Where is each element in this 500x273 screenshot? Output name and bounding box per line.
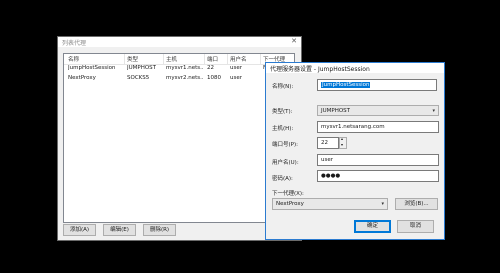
row-type: SOCKS5 xyxy=(127,75,150,81)
username-value: user xyxy=(321,157,333,163)
row-name: JumpHostSession xyxy=(68,65,116,71)
proxy-list[interactable]: 名称 类型 主机 端口 用户名 下一代理 JumpHostSession JUM… xyxy=(63,53,295,223)
host-value: mysvr1.netsarang.com xyxy=(321,124,385,130)
column-header-type[interactable]: 类型 xyxy=(127,55,138,63)
column-header-host[interactable]: 主机 xyxy=(166,55,177,63)
table-row[interactable]: JumpHostSession JUMPHOST mysvr1.nets... … xyxy=(64,65,294,74)
row-user: user xyxy=(230,75,242,81)
chevron-down-icon: ▾ xyxy=(381,201,384,207)
password-field[interactable]: ●●●● xyxy=(317,170,439,182)
row-port: 22 xyxy=(207,65,214,71)
next-proxy-value: NextProxy xyxy=(276,201,304,207)
next-proxy-select[interactable]: NextProxy ▾ xyxy=(272,198,388,210)
table-row[interactable]: NextProxy SOCKS5 mysvr2.nets... 1080 use… xyxy=(64,75,294,84)
type-value: JUMPHOST xyxy=(321,108,351,114)
username-label: 用户名(U): xyxy=(272,160,299,166)
row-host: mysvr1.nets... xyxy=(166,65,203,71)
cancel-button[interactable]: 取消 xyxy=(397,220,434,233)
proxy-settings-dialog: 代理服务器设置 - JumpHostSession 名称(N): JumpHos… xyxy=(265,62,445,240)
next-proxy-label: 下一代理(X): xyxy=(272,191,304,197)
delete-button[interactable]: 删除(R) xyxy=(143,224,176,236)
password-value: ●●●● xyxy=(321,173,341,179)
add-button[interactable]: 添加(A) xyxy=(63,224,96,236)
port-label: 端口号(P): xyxy=(272,142,298,148)
host-field[interactable]: mysvr1.netsarang.com xyxy=(317,121,439,133)
chevron-up-icon[interactable]: ▴ xyxy=(341,136,343,141)
ok-button[interactable]: 确定 xyxy=(354,220,391,233)
port-value: 22 xyxy=(321,140,328,146)
name-label: 名称(N): xyxy=(272,84,294,90)
list-proxy-title: 列表代理 xyxy=(62,40,87,47)
row-port: 1080 xyxy=(207,75,221,81)
chevron-down-icon[interactable]: ▾ xyxy=(341,142,343,147)
name-value: JumpHostSession xyxy=(321,82,371,88)
row-type: JUMPHOST xyxy=(127,65,157,71)
chevron-down-icon: ▾ xyxy=(432,108,435,114)
proxy-list-header: 名称 类型 主机 端口 用户名 下一代理 xyxy=(64,54,294,65)
proxy-settings-title: 代理服务器设置 - JumpHostSession xyxy=(270,66,370,73)
close-icon[interactable]: ✕ xyxy=(291,37,297,45)
browse-button[interactable]: 浏览(B)... xyxy=(395,198,438,210)
row-host: mysvr2.nets... xyxy=(166,75,203,81)
column-header-user[interactable]: 用户名 xyxy=(230,55,247,63)
edit-button[interactable]: 编辑(E) xyxy=(103,224,136,236)
name-field[interactable]: JumpHostSession xyxy=(317,79,437,91)
username-field[interactable]: user xyxy=(317,154,439,166)
password-label: 密码(A): xyxy=(272,176,293,182)
column-header-port[interactable]: 端口 xyxy=(207,55,218,63)
proxy-settings-titlebar: 代理服务器设置 - JumpHostSession xyxy=(266,63,444,73)
column-header-name[interactable]: 名称 xyxy=(68,55,79,63)
list-proxy-titlebar: 列表代理 ✕ xyxy=(58,37,301,47)
type-label: 类型(T): xyxy=(272,109,293,115)
host-label: 主机(H): xyxy=(272,126,294,132)
port-stepper[interactable]: ▴ ▾ xyxy=(339,136,347,149)
type-select[interactable]: JUMPHOST ▾ xyxy=(317,105,439,116)
port-field[interactable]: 22 xyxy=(317,137,339,149)
row-name: NextProxy xyxy=(68,75,96,81)
row-user: user xyxy=(230,65,242,71)
